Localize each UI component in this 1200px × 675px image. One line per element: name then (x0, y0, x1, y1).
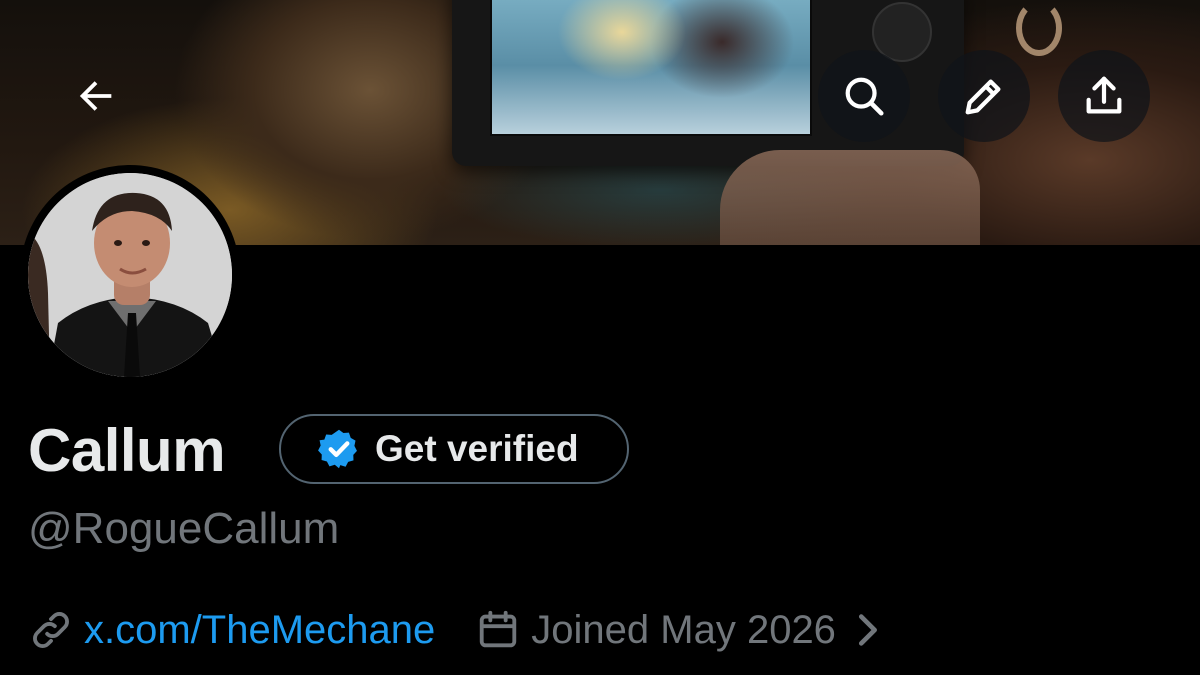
avatar-photo (28, 173, 232, 377)
link-icon (33, 612, 69, 648)
avatar-portrait-graphic (28, 173, 232, 377)
banner-earring (1016, 0, 1062, 56)
pencil-icon (965, 79, 1001, 115)
banner-camera-screen (490, 0, 812, 136)
banner-hand (720, 150, 980, 245)
website-link[interactable]: x.com/TheMechane (84, 608, 435, 653)
arrow-left-icon (79, 81, 112, 111)
verified-badge-icon (318, 429, 357, 469)
calendar-icon (480, 610, 517, 648)
joined-date: Joined May 2026 (531, 607, 836, 652)
search-icon (845, 77, 884, 116)
avatar[interactable] (20, 165, 240, 385)
search-button[interactable] (818, 50, 910, 142)
chevron-right-icon[interactable] (844, 607, 890, 653)
username-handle: @RogueCallum (28, 504, 340, 553)
profile-meta-row: x.com/TheMechane Joined May 2026 (28, 602, 890, 658)
share-upload-icon (1086, 76, 1122, 114)
get-verified-button[interactable]: Get verified (279, 414, 629, 484)
get-verified-label: Get verified (375, 428, 579, 469)
display-name: Callum (28, 417, 226, 484)
back-button[interactable] (50, 50, 142, 142)
edit-button[interactable] (938, 50, 1030, 142)
share-button[interactable] (1058, 50, 1150, 142)
